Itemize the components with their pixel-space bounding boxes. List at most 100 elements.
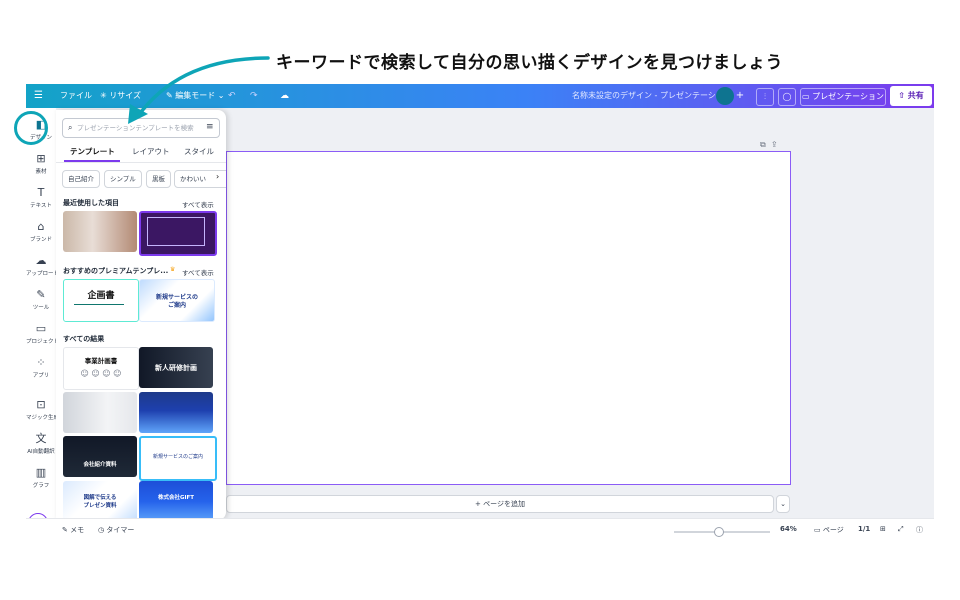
thumb-title: 新人研修計画 bbox=[155, 364, 197, 372]
undo-icon[interactable]: ↶ bbox=[228, 84, 236, 108]
premium-see-all[interactable]: すべて表示 bbox=[182, 267, 214, 277]
rail-item-brand[interactable]: ⌂ ブランド bbox=[26, 220, 56, 243]
redo-icon[interactable]: ↷ bbox=[250, 84, 258, 108]
template-thumb[interactable]: 事業計画書 ☺ ☺ ☺ ☺ bbox=[63, 347, 139, 390]
design-canvas[interactable] bbox=[226, 151, 791, 485]
cloud-sync-icon: ☁ bbox=[280, 91, 289, 101]
thumb-subtitle: ご案内 bbox=[167, 302, 186, 309]
resize-menu[interactable]: ✳ リサイズ bbox=[100, 84, 141, 108]
divider bbox=[56, 162, 226, 163]
template-thumb[interactable] bbox=[139, 392, 213, 433]
frame-decoration bbox=[147, 217, 205, 246]
left-rail: ◧ デザイン ⊞ 素材 T テキスト ⌂ ブランド ☁ アップロード ✎ ツール ▭ プロジェ… bbox=[26, 108, 59, 540]
brand-icon: ⌂ bbox=[37, 220, 45, 233]
rail-item-text[interactable]: T テキスト bbox=[26, 186, 56, 209]
add-page-button[interactable]: + ページを追加 bbox=[226, 495, 774, 513]
rail-item-projects[interactable]: ▭ プロジェクト bbox=[26, 322, 59, 345]
chip-blackboard[interactable]: 黒板 bbox=[146, 170, 171, 188]
template-thumb[interactable]: 新規サービスのご案内 bbox=[139, 436, 217, 481]
grid-view-icon[interactable]: ⊞ bbox=[880, 525, 886, 533]
recent-see-all[interactable]: すべて表示 bbox=[182, 199, 214, 209]
translate-icon: 文 bbox=[35, 432, 47, 445]
template-thumb[interactable] bbox=[63, 392, 137, 433]
memo-button[interactable]: ✎ メモ bbox=[62, 525, 84, 535]
divider bbox=[74, 304, 124, 305]
template-thumb[interactable]: 企画書 bbox=[63, 279, 139, 322]
present-button[interactable]: ▭ プレゼンテーション bbox=[800, 88, 886, 106]
tab-templates[interactable]: テンプレート bbox=[70, 146, 115, 157]
bottom-bar: ✎ メモ ◷ タイマー 64% ▭ ページ 1/1 ⊞ ⤢ ⓘ bbox=[26, 518, 934, 540]
magic-media-icon: ⊡ bbox=[36, 398, 46, 411]
apps-icon: ⁘ bbox=[36, 356, 46, 369]
add-collaborator-button[interactable]: + bbox=[732, 88, 748, 104]
folder-icon: ▭ bbox=[35, 322, 47, 335]
template-thumb[interactable] bbox=[63, 211, 137, 252]
recent-section-title: 最近使用した項目 bbox=[63, 199, 119, 207]
help-icon[interactable]: ⓘ bbox=[916, 525, 923, 535]
file-menu[interactable]: ファイル bbox=[60, 84, 92, 108]
comment-icon[interactable]: ◯ bbox=[778, 88, 796, 106]
elements-icon: ⊞ bbox=[36, 152, 46, 165]
text-icon: T bbox=[37, 186, 45, 199]
thumb-title: 事業計画書 bbox=[84, 357, 118, 365]
rail-item-elements[interactable]: ⊞ 素材 bbox=[26, 152, 56, 175]
thumb-title: 企画書 bbox=[87, 291, 115, 301]
rail-item-magic-media[interactable]: ⊡ マジック生成 bbox=[26, 398, 59, 421]
chip-simple[interactable]: シンプル bbox=[104, 170, 142, 188]
chevron-down-icon[interactable]: ⌄ bbox=[776, 495, 790, 513]
draw-icon: ✎ bbox=[36, 288, 46, 301]
page-actions[interactable]: ⧉ ⇪ bbox=[760, 140, 778, 150]
design-highlight-ring bbox=[14, 111, 48, 145]
rail-item-charts[interactable]: ▥ グラフ bbox=[26, 466, 56, 489]
template-thumb[interactable]: 会社紹介資料 bbox=[63, 436, 137, 477]
crown-icon: ♛ bbox=[170, 266, 176, 273]
people-illustration-icon: ☺ ☺ ☺ ☺ bbox=[80, 369, 122, 378]
present-icon: ▭ bbox=[802, 92, 813, 101]
chart-icon: ▥ bbox=[35, 466, 47, 479]
annotation-caption: キーワードで検索して自分の思い描くデザインを見つけましょう bbox=[276, 53, 783, 73]
timer-button[interactable]: ◷ タイマー bbox=[98, 525, 134, 535]
template-search-input[interactable]: プレゼンテーションテンプレートを検索 bbox=[62, 118, 220, 138]
chevron-down-icon: ⌄ bbox=[215, 91, 225, 100]
add-page-icon[interactable]: ⇪ bbox=[771, 140, 778, 149]
avatar[interactable] bbox=[716, 87, 734, 105]
thumb-title: 株式会社GIFT bbox=[157, 495, 195, 501]
edit-mode-menu[interactable]: ✎ 編集モード ⌄ bbox=[166, 84, 225, 108]
chip-self-intro[interactable]: 自己紹介 bbox=[62, 170, 100, 188]
template-thumb[interactable]: 新人研修計画 bbox=[139, 347, 213, 388]
template-thumb[interactable]: 株式会社GIFT bbox=[139, 481, 213, 520]
pages-icon: ▭ bbox=[814, 526, 823, 534]
pages-button[interactable]: ▭ ページ bbox=[814, 525, 844, 535]
sparkle-icon: ✳ bbox=[100, 91, 110, 100]
premium-section-title: おすすめのプレミアムテンプレ... bbox=[63, 267, 169, 275]
share-button[interactable]: ⇧ 共有 bbox=[890, 86, 932, 106]
rail-item-apps[interactable]: ⁘ アプリ bbox=[26, 356, 56, 379]
tab-styles[interactable]: スタイル bbox=[184, 146, 214, 157]
rail-item-tools[interactable]: ✎ ツール bbox=[26, 288, 56, 311]
hamburger-icon[interactable]: ☰ bbox=[34, 84, 43, 108]
template-thumb[interactable]: 図解で伝える プレゼン資料 bbox=[63, 481, 137, 520]
insights-icon[interactable]: ⫶ bbox=[756, 88, 774, 106]
fullscreen-icon[interactable]: ⤢ bbox=[898, 525, 904, 534]
share-icon: ⇧ bbox=[898, 91, 908, 100]
rail-item-translate[interactable]: 文 AI自動翻訳 bbox=[26, 432, 56, 455]
duplicate-page-icon[interactable]: ⧉ bbox=[760, 140, 766, 149]
zoom-slider-handle[interactable] bbox=[714, 527, 724, 537]
memo-icon: ✎ bbox=[62, 526, 71, 534]
all-results-title: すべての結果 bbox=[63, 335, 105, 343]
rail-item-upload[interactable]: ☁ アップロード bbox=[26, 254, 59, 277]
top-bar: ☰ ファイル ✳ リサイズ ✎ 編集モード ⌄ ↶ ↷ ☁ 名称未設定のデザイン… bbox=[26, 84, 934, 108]
template-thumb[interactable]: 新規サービスの ご案内 bbox=[139, 279, 215, 322]
pencil-icon: ✎ bbox=[166, 91, 176, 100]
upload-icon: ☁ bbox=[35, 254, 47, 267]
thumb-subtitle: プレゼン資料 bbox=[83, 503, 117, 509]
chevron-right-icon[interactable]: › bbox=[216, 172, 220, 181]
design-panel: プレゼンテーションテンプレートを検索 ⌕ ≡ テンプレート レイアウト スタイル… bbox=[56, 110, 226, 520]
document-title[interactable]: 名称未設定のデザイン - プレゼンテーション bbox=[572, 84, 732, 108]
thumb-title: 新規サービスのご案内 bbox=[152, 454, 203, 460]
filter-icon[interactable]: ≡ bbox=[206, 122, 214, 132]
thumb-title: 会社紹介資料 bbox=[83, 462, 117, 468]
tab-layouts[interactable]: レイアウト bbox=[132, 146, 170, 157]
template-thumb[interactable] bbox=[139, 211, 217, 256]
zoom-level[interactable]: 64% bbox=[780, 525, 797, 533]
